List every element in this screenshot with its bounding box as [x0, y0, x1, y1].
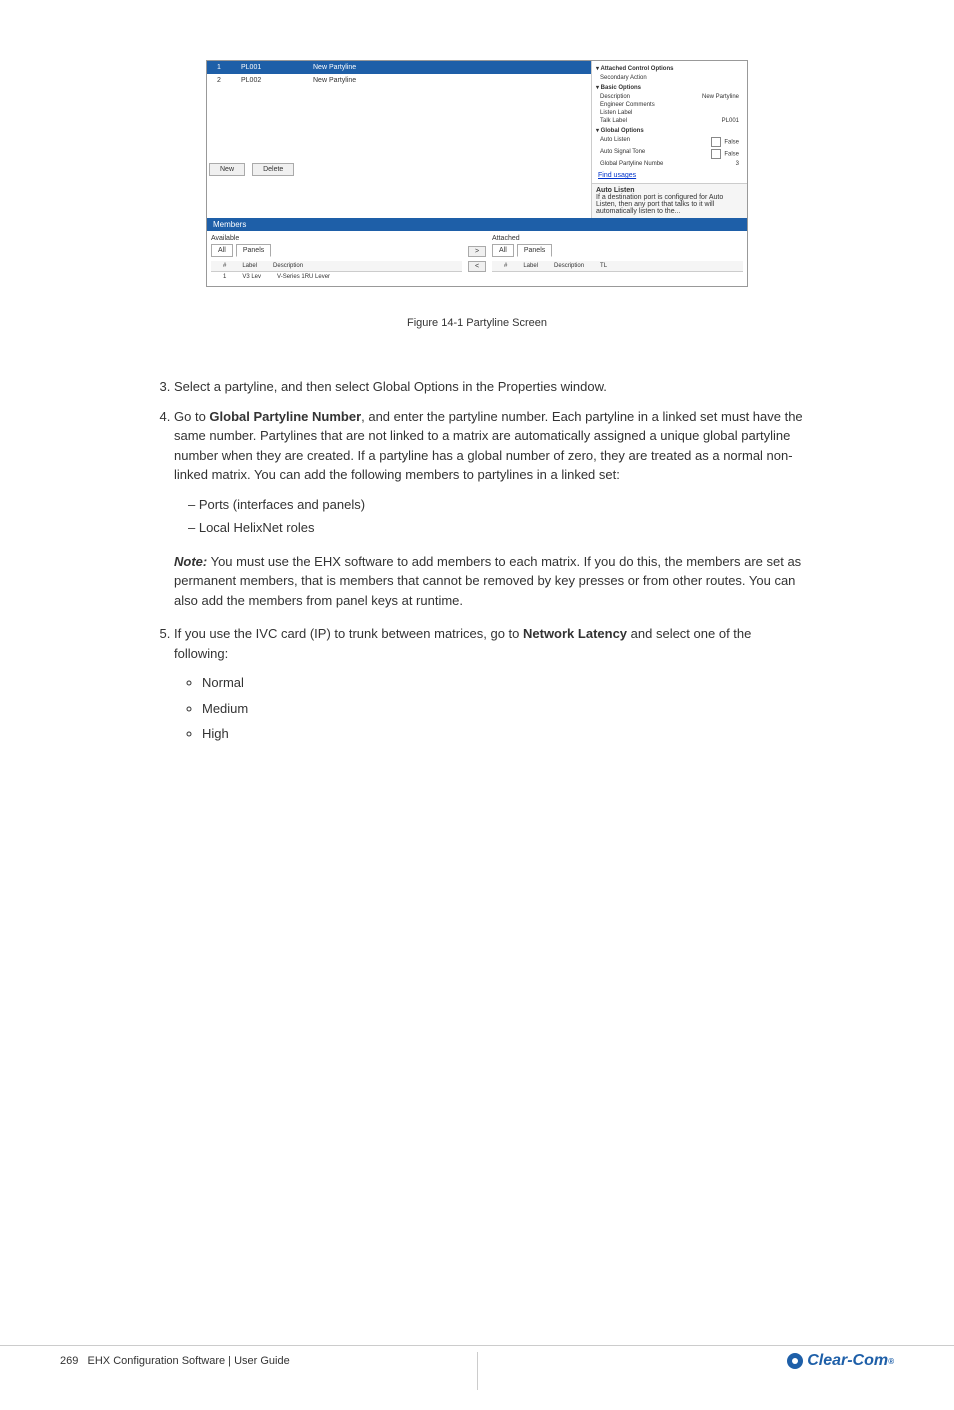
- new-button[interactable]: New: [209, 163, 245, 176]
- sub-item: Ports (interfaces and panels): [202, 495, 804, 515]
- available-label: Available: [211, 235, 462, 242]
- property-row[interactable]: Listen Label: [594, 109, 745, 117]
- property-row[interactable]: Auto Signal Tone False: [594, 148, 745, 160]
- latency-item: Medium: [202, 699, 804, 719]
- help-text: If a destination port is configured for …: [596, 194, 743, 215]
- page-footer: 269 EHX Configuration Software | User Gu…: [0, 1345, 954, 1370]
- members-area: Available All Panels # Label Description…: [207, 231, 747, 286]
- attached-label: Attached: [492, 235, 743, 242]
- brand-name: Clear-Com: [807, 1352, 888, 1370]
- page-number: 269: [60, 1355, 78, 1367]
- property-help: Auto Listen If a destination port is con…: [592, 183, 747, 218]
- property-group[interactable]: ▾ Basic Options: [594, 82, 745, 93]
- tab-all[interactable]: All: [211, 244, 233, 257]
- delete-button[interactable]: Delete: [252, 163, 294, 176]
- property-row[interactable]: Talk LabelPL001: [594, 117, 745, 125]
- property-row[interactable]: Secondary Action: [594, 74, 745, 82]
- move-left-button[interactable]: <: [468, 261, 486, 272]
- available-panel: Available All Panels # Label Description…: [207, 231, 466, 286]
- properties-panel: ▾ Attached Control OptionsSecondary Acti…: [592, 61, 747, 218]
- property-row[interactable]: Auto Listen False: [594, 136, 745, 148]
- tab-all-2[interactable]: All: [492, 244, 514, 257]
- logo-icon: [787, 1353, 803, 1369]
- step-item: If you use the IVC card (IP) to trunk be…: [174, 624, 804, 663]
- latency-item: High: [202, 724, 804, 744]
- col-desc: Description: [265, 262, 311, 270]
- note: Note: You must use the EHX software to a…: [174, 552, 804, 611]
- property-row[interactable]: Engineer Comments: [594, 101, 745, 109]
- col-desc-2: Description: [546, 262, 592, 270]
- col-label-2: Label: [515, 262, 546, 270]
- attached-panel: Attached All Panels # Label Description …: [488, 231, 747, 286]
- col-n-2: #: [496, 262, 515, 270]
- move-right-button[interactable]: >: [468, 246, 486, 257]
- step-item: Select a partyline, and then select Glob…: [174, 377, 804, 397]
- grid-row[interactable]: 1PL001New Partyline: [207, 61, 591, 74]
- property-group[interactable]: ▾ Global Options: [594, 125, 745, 136]
- tab-panels[interactable]: Panels: [236, 244, 271, 257]
- clearcom-logo: Clear-Com®: [787, 1352, 894, 1370]
- grid-row[interactable]: 2PL002New Partyline: [207, 74, 591, 87]
- property-group[interactable]: ▾ Attached Control Options: [594, 63, 745, 74]
- body-text: Select a partyline, and then select Glob…: [60, 353, 894, 744]
- property-row[interactable]: DescriptionNew Partyline: [594, 93, 745, 101]
- tab-panels-2[interactable]: Panels: [517, 244, 552, 257]
- help-title: Auto Listen: [596, 187, 743, 194]
- doc-title: EHX Configuration Software | User Guide: [88, 1355, 290, 1367]
- members-title: Members: [207, 218, 747, 231]
- figure-caption: Figure 14-1 Partyline Screen: [60, 317, 894, 329]
- find-usages-link[interactable]: Find usages: [592, 170, 747, 181]
- step-item: Go to Global Partyline Number, and enter…: [174, 407, 804, 485]
- col-n: #: [215, 262, 234, 270]
- sub-item: Local HelixNet roles: [202, 518, 804, 538]
- col-tl: TL: [592, 262, 615, 270]
- col-label: Label: [234, 262, 265, 270]
- available-row[interactable]: 1V3 LevV-Series 1RU Lever: [211, 272, 462, 282]
- partyline-grid: 1PL001New Partyline2PL002New Partyline N…: [207, 61, 592, 218]
- property-row[interactable]: Global Partyline Numbe3: [594, 160, 745, 168]
- partyline-screenshot: 1PL001New Partyline2PL002New Partyline N…: [206, 60, 748, 287]
- latency-item: Normal: [202, 673, 804, 693]
